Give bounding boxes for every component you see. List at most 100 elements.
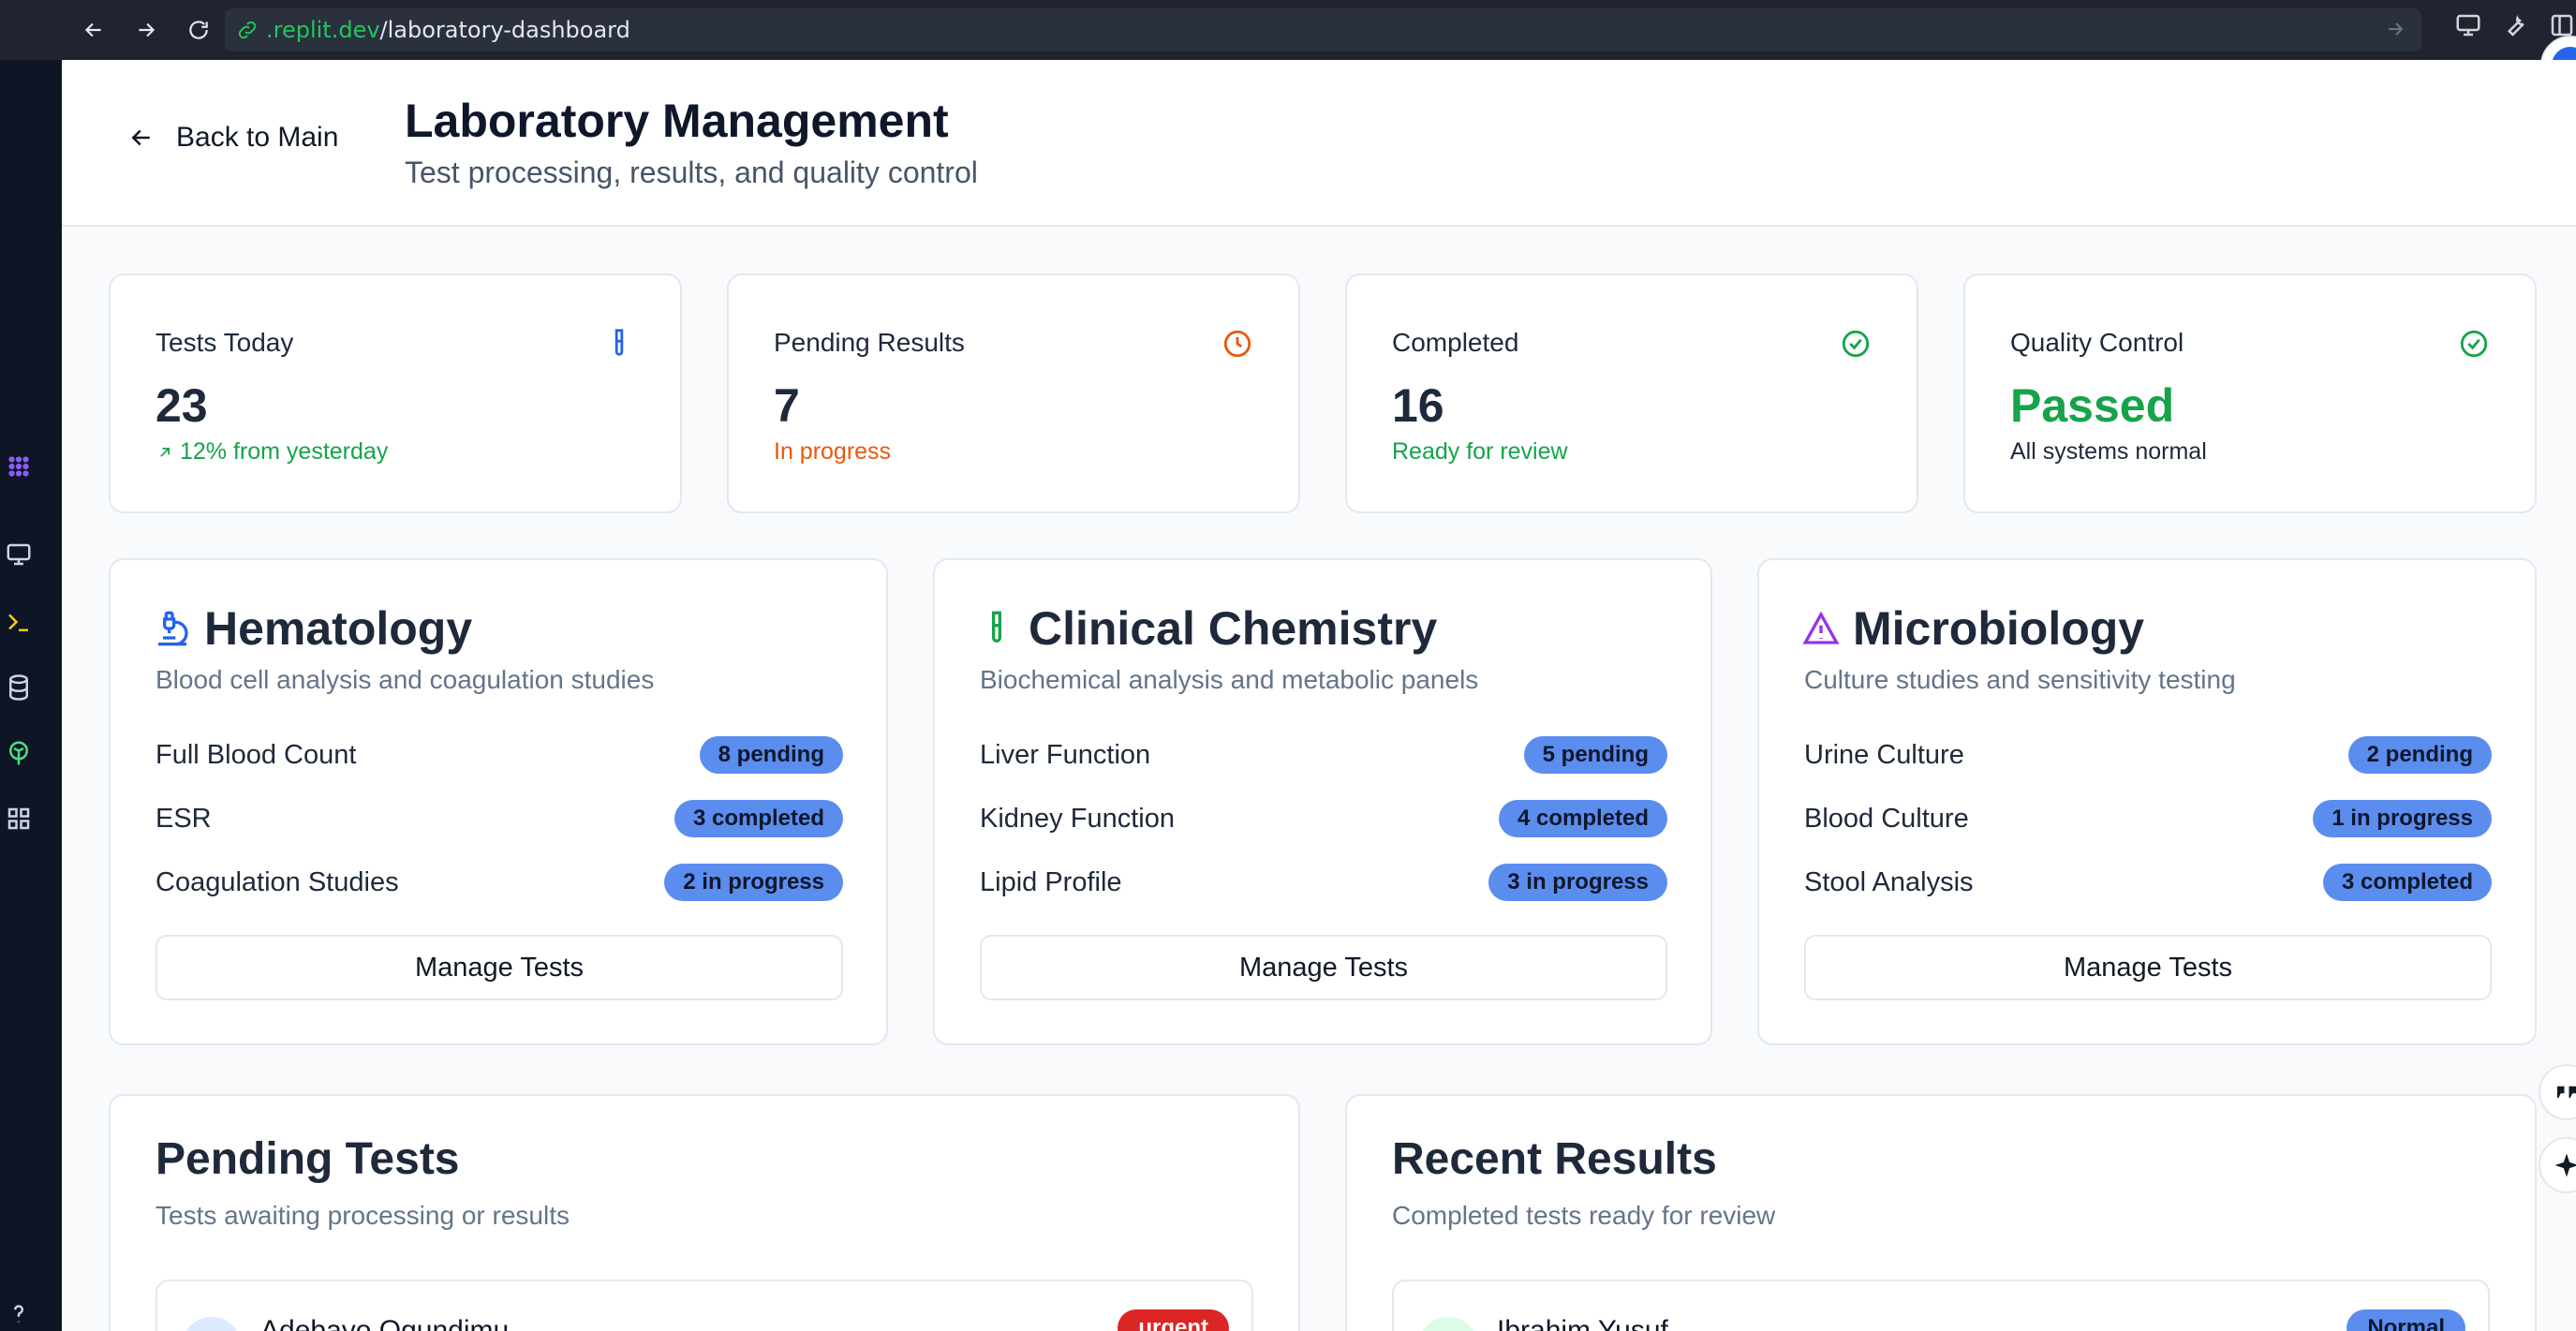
stat-card-completed: Completed 16 Ready for review	[1345, 274, 1918, 513]
forward-arrow-icon[interactable]	[120, 0, 172, 60]
test-name: Lipid Profile	[980, 866, 1122, 897]
reload-icon[interactable]	[172, 0, 225, 60]
department-title-text: Clinical Chemistry	[1029, 602, 1438, 655]
status-badge: Normal	[2347, 1309, 2465, 1331]
patient-name: Ibrahim Yusuf	[1497, 1315, 1668, 1331]
section-title: Recent Results	[1392, 1134, 1717, 1184]
back-to-main-button[interactable]: Back to Main	[127, 122, 338, 154]
avatar	[1418, 1317, 1478, 1331]
department-title-text: Hematology	[204, 602, 473, 655]
stat-label: Pending Results	[774, 328, 965, 357]
quote-icon	[2557, 1086, 2576, 1099]
status-badge: 1 in progress	[2313, 800, 2492, 837]
list-item[interactable]: Adebayo Ogundimu urgent	[155, 1279, 1253, 1331]
terminal-icon[interactable]	[2, 605, 36, 639]
test-row: Coagulation Studies 2 in progress	[155, 862, 843, 903]
browser-toolbar: .replit.dev/laboratory-dashboard	[0, 0, 2576, 60]
test-row: Full Blood Count 8 pending	[155, 734, 843, 776]
stat-value: 23	[155, 379, 208, 432]
stat-card-pending-results: Pending Results 7 In progress	[727, 274, 1300, 513]
manage-tests-button[interactable]: Manage Tests	[1804, 935, 2492, 1000]
section-description: Tests awaiting processing or results	[155, 1201, 570, 1230]
test-name: Coagulation Studies	[155, 866, 399, 897]
stat-card-tests-today: Tests Today 23 12% from yesterday	[109, 274, 682, 513]
stat-label: Completed	[1392, 328, 1519, 357]
test-name: Liver Function	[980, 739, 1151, 770]
stat-sub-text: 12% from yesterday	[180, 438, 389, 465]
priority-badge: urgent	[1118, 1309, 1229, 1331]
url-path: /laboratory-dashboard	[379, 17, 630, 43]
check-circle-icon	[1842, 330, 1870, 358]
patient-name: Adebayo Ogundimu	[260, 1315, 510, 1331]
clock-icon	[1223, 330, 1251, 358]
stat-sub-text: All systems normal	[2010, 438, 2207, 465]
department-title: Microbiology	[1802, 601, 2144, 656]
test-row: ESR 3 completed	[155, 798, 843, 839]
manage-tests-button[interactable]: Manage Tests	[155, 935, 843, 1000]
page-subtitle: Test processing, results, and quality co…	[405, 155, 978, 189]
stat-sub-text: In progress	[774, 438, 892, 465]
preview-icon[interactable]	[2, 538, 36, 571]
stat-label: Tests Today	[155, 328, 294, 357]
stat-label: Quality Control	[2010, 328, 2184, 357]
back-arrow-icon[interactable]	[67, 0, 120, 60]
trend-up-icon	[160, 447, 170, 457]
test-name: Full Blood Count	[155, 739, 357, 770]
test-tube-icon	[614, 329, 624, 356]
test-name: Urine Culture	[1804, 739, 1964, 770]
go-arrow-icon[interactable]	[2384, 18, 2406, 40]
page-header: Back to Main Laboratory Management Test …	[62, 60, 2576, 227]
status-badge: 8 pending	[699, 736, 843, 774]
stat-trend: 12% from yesterday	[155, 438, 388, 466]
section-description: Completed tests ready for review	[1392, 1201, 1776, 1230]
warning-triangle-icon	[1802, 611, 1840, 644]
status-badge: 5 pending	[1523, 736, 1667, 774]
check-circle-icon	[2460, 330, 2488, 358]
department-description: Culture studies and sensitivity testing	[1804, 665, 2236, 694]
stat-value: Passed	[2010, 379, 2175, 432]
status-badge: 3 in progress	[1488, 864, 1667, 901]
stat-sub-text: Ready for review	[1392, 438, 1568, 465]
deploy-icon[interactable]	[2, 736, 36, 770]
department-card-hematology: Hematology Blood cell analysis and coagu…	[109, 558, 888, 1045]
department-card-microbiology: Microbiology Culture studies and sensiti…	[1757, 558, 2537, 1045]
recent-results-panel: Recent Results Completed tests ready for…	[1345, 1094, 2537, 1331]
department-title: Clinical Chemistry	[978, 601, 1437, 656]
help-icon[interactable]	[2, 1296, 36, 1330]
pending-tests-panel: Pending Tests Tests awaiting processing …	[109, 1094, 1300, 1331]
test-row: Stool Analysis 3 completed	[1804, 862, 2492, 903]
stat-value: 16	[1392, 379, 1444, 432]
avatar	[182, 1317, 242, 1331]
section-title: Pending Tests	[155, 1134, 460, 1184]
status-badge: 2 in progress	[664, 864, 843, 901]
apps-grid-icon[interactable]	[2, 802, 36, 836]
url-bar[interactable]: .replit.dev/laboratory-dashboard	[225, 8, 2421, 52]
test-row: Lipid Profile 3 in progress	[980, 862, 1667, 903]
database-icon[interactable]	[2, 671, 36, 704]
test-tube-icon	[992, 611, 1001, 643]
back-to-main-label: Back to Main	[176, 122, 339, 153]
department-description: Biochemical analysis and metabolic panel…	[980, 665, 1479, 694]
ide-sidebar	[0, 60, 62, 1331]
test-row: Blood Culture 1 in progress	[1804, 798, 2492, 839]
department-card-clinical-chemistry: Clinical Chemistry Biochemical analysis …	[933, 558, 1712, 1045]
laboratory-dashboard: Back to Main Laboratory Management Test …	[62, 60, 2576, 1331]
monitor-icon[interactable]	[2454, 11, 2482, 39]
list-item[interactable]: Ibrahim Yusuf Normal	[1392, 1279, 2490, 1331]
test-name: Kidney Function	[980, 803, 1175, 834]
status-badge: 4 completed	[1498, 800, 1667, 837]
manage-tests-button[interactable]: Manage Tests	[980, 935, 1667, 1000]
status-badge: 3 completed	[674, 800, 843, 837]
test-name: Blood Culture	[1804, 803, 1969, 834]
test-row: Liver Function 5 pending	[980, 734, 1667, 776]
microscope-icon	[158, 611, 188, 646]
stat-card-quality-control: Quality Control Passed All systems norma…	[1963, 274, 2537, 513]
page-title: Laboratory Management	[405, 95, 949, 147]
stat-value: 7	[774, 379, 800, 432]
test-name: ESR	[155, 803, 212, 834]
replit-logo-icon[interactable]	[2, 450, 36, 483]
wrench-icon[interactable]	[2501, 11, 2529, 39]
status-badge: 3 completed	[2322, 864, 2492, 901]
department-title: Hematology	[154, 601, 472, 656]
status-badge: 2 pending	[2347, 736, 2492, 774]
